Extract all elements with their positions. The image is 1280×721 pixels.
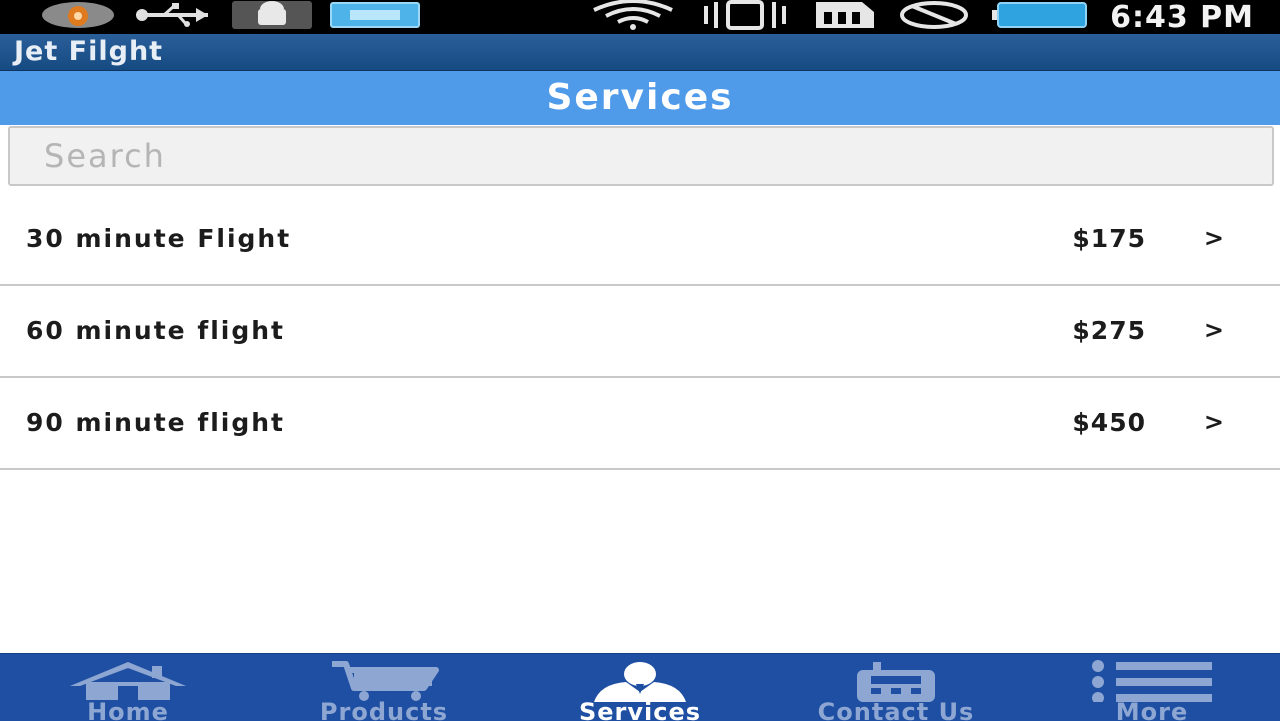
notification-badge-icon — [40, 0, 116, 34]
service-price: $450 — [1072, 408, 1146, 437]
nav-item-products[interactable]: Products — [256, 654, 512, 721]
list-item-service-60[interactable]: 60 minute flight $275 > — [0, 286, 1280, 378]
status-bar-right: 6:43 PM — [590, 0, 1254, 35]
services-list: 30 minute Flight $175 > 60 minute flight… — [0, 194, 1280, 470]
service-price: $275 — [1072, 316, 1146, 345]
search-input[interactable] — [10, 128, 1272, 184]
chevron-right-icon: > — [1203, 316, 1224, 344]
wifi-icon — [590, 0, 676, 34]
nav-item-home[interactable]: Home — [0, 654, 256, 721]
nav-label: Contact Us — [817, 698, 975, 721]
nav-item-services[interactable]: Services — [512, 654, 768, 721]
app-title-bar: Jet Filght — [0, 34, 1280, 71]
sim-icon — [814, 0, 876, 34]
bottom-nav: Home Products Services Contact Us More — [0, 653, 1280, 721]
nav-label: Products — [319, 698, 449, 721]
page-title: Services — [546, 77, 734, 118]
app-title: Jet Filght — [14, 36, 164, 67]
nav-label: More — [1115, 698, 1189, 721]
service-price: $175 — [1072, 224, 1146, 253]
service-label: 90 minute flight — [26, 408, 285, 437]
status-bar: 6:43 PM — [0, 0, 1280, 35]
vibrate-icon — [698, 0, 792, 34]
search-box — [8, 126, 1274, 186]
service-label: 60 minute flight — [26, 316, 285, 345]
nav-label: Services — [578, 698, 702, 721]
page-header: Services — [0, 71, 1280, 125]
service-label: 30 minute Flight — [26, 224, 292, 253]
list-item-service-30[interactable]: 30 minute Flight $175 > — [0, 194, 1280, 286]
chevron-right-icon: > — [1203, 408, 1224, 436]
nav-label: Home — [87, 698, 169, 721]
status-bar-left — [40, 0, 420, 34]
keyboard-icon — [330, 2, 420, 32]
chevron-right-icon: > — [1203, 224, 1224, 252]
nav-item-more[interactable]: More — [1024, 654, 1280, 721]
battery-icon — [992, 2, 1088, 32]
nav-item-contact-us[interactable]: Contact Us — [768, 654, 1024, 721]
status-time: 6:43 PM — [1110, 0, 1254, 35]
usb-icon — [134, 3, 214, 31]
no-signal-icon — [898, 0, 970, 34]
android-debug-icon — [232, 1, 312, 33]
list-item-service-90[interactable]: 90 minute flight $450 > — [0, 378, 1280, 470]
